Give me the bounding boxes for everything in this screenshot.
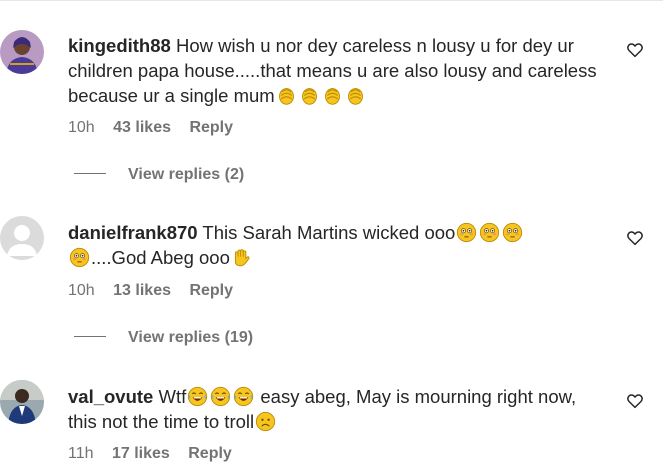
avatar[interactable] bbox=[0, 216, 44, 260]
flushed-face-emoji bbox=[69, 247, 90, 268]
clapping-hands-emoji bbox=[299, 85, 320, 106]
reply-button[interactable]: Reply bbox=[189, 119, 233, 136]
comment-body: because ur a single mum bbox=[68, 85, 275, 106]
comment-body: ....God Abeg ooo bbox=[91, 247, 230, 268]
comment-meta: 10h 13 likes Reply bbox=[68, 281, 247, 301]
comment-body: easy abeg, May is mourning right now, bbox=[260, 386, 577, 407]
tears-of-joy-emoji bbox=[187, 386, 208, 407]
likes-count[interactable]: 17 likes bbox=[112, 445, 170, 462]
raised-hand-emoji bbox=[231, 247, 252, 268]
view-replies-button[interactable]: View replies (19) bbox=[74, 328, 253, 348]
sad-face-emoji bbox=[255, 411, 276, 432]
reply-button[interactable]: Reply bbox=[189, 282, 233, 299]
username[interactable]: val_ovute bbox=[68, 386, 153, 407]
comment-body: this not the time to troll bbox=[68, 411, 255, 432]
heart-icon[interactable] bbox=[626, 392, 644, 410]
timestamp: 10h bbox=[68, 282, 95, 299]
reply-button[interactable]: Reply bbox=[188, 445, 232, 462]
view-replies-button[interactable]: View replies (2) bbox=[74, 165, 244, 185]
avatar[interactable] bbox=[0, 30, 44, 74]
comment-text: val_ovute Wtf easy abeg, May is mourning… bbox=[68, 384, 616, 434]
clapping-hands-emoji bbox=[322, 85, 343, 106]
divider bbox=[74, 336, 106, 337]
tears-of-joy-emoji bbox=[210, 386, 231, 407]
username[interactable]: danielfrank870 bbox=[68, 222, 198, 243]
timestamp: 10h bbox=[68, 119, 95, 136]
heart-icon[interactable] bbox=[626, 229, 644, 247]
comment-body: children papa house.....that means u are… bbox=[68, 60, 597, 81]
flushed-face-emoji bbox=[479, 222, 500, 243]
likes-count[interactable]: 13 likes bbox=[113, 282, 171, 299]
clapping-hands-emoji bbox=[345, 85, 366, 106]
flushed-face-emoji bbox=[502, 222, 523, 243]
timestamp: 11h bbox=[68, 445, 94, 462]
avatar[interactable] bbox=[0, 380, 44, 424]
comment-meta: 11h 17 likes Reply bbox=[68, 444, 246, 464]
username[interactable]: kingedith88 bbox=[68, 35, 171, 56]
comment-text: kingedith88 How wish u nor dey careless … bbox=[68, 33, 616, 108]
tears-of-joy-emoji bbox=[233, 386, 254, 407]
comment-body: Wtf bbox=[158, 386, 187, 407]
flushed-face-emoji bbox=[456, 222, 477, 243]
comment-meta: 10h 43 likes Reply bbox=[68, 118, 247, 138]
heart-icon[interactable] bbox=[626, 41, 644, 59]
divider bbox=[0, 0, 663, 1]
comment-body: This Sarah Martins wicked ooo bbox=[202, 222, 456, 243]
likes-count[interactable]: 43 likes bbox=[113, 119, 171, 136]
clapping-hands-emoji bbox=[276, 85, 297, 106]
view-replies-label: View replies (2) bbox=[128, 166, 245, 183]
divider bbox=[74, 173, 106, 174]
view-replies-label: View replies (19) bbox=[128, 329, 254, 346]
comment-body: How wish u nor dey careless n lousy u fo… bbox=[175, 35, 574, 56]
comment-text: danielfrank870 This Sarah Martins wicked… bbox=[68, 220, 616, 270]
